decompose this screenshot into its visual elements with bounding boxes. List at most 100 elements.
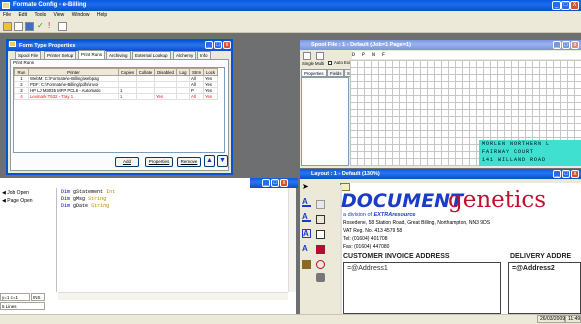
move-up-button[interactable]: ▲: [204, 155, 215, 167]
line-count: 5 Lines: [0, 302, 45, 310]
logo-document: DOCUMENT: [341, 190, 464, 212]
menu-window[interactable]: Window: [69, 12, 93, 18]
spool-highlight-block: MORLEN NORTHERN L FAIRWAY COURT 141 WILL…: [479, 140, 581, 166]
code-maximize-button[interactable]: □: [271, 179, 279, 187]
menu-file[interactable]: File: [0, 12, 14, 18]
spool-line: MORLEN NORTHERN L: [482, 141, 551, 147]
delivery-address-heading: DELIVERY ADDRE: [510, 253, 572, 260]
status-bar: [0, 314, 581, 324]
layout-minimize-button[interactable]: _: [553, 170, 561, 178]
move-down-button[interactable]: ▼: [217, 155, 228, 167]
save-icon[interactable]: [25, 22, 34, 31]
new-file-icon[interactable]: [14, 22, 23, 31]
tab-alchemy[interactable]: Alchemy: [173, 51, 197, 59]
code-editor[interactable]: Dim gStatement Int Dim gMsg String Dim g…: [58, 188, 286, 292]
tab-spool-file[interactable]: Spool File: [15, 51, 42, 59]
code-horizontal-scrollbar[interactable]: [58, 292, 288, 300]
pointer-tool-icon[interactable]: ➤: [302, 183, 311, 192]
box-text-tool-icon[interactable]: A: [302, 229, 311, 238]
menu-view[interactable]: View: [51, 12, 68, 18]
customer-address-box[interactable]: =@Address1: [343, 262, 501, 314]
spool-close-button[interactable]: x: [571, 41, 579, 49]
dialog-minimize-button[interactable]: _: [205, 41, 213, 49]
tree-item-page-open[interactable]: ◀ Page Open: [0, 198, 56, 204]
spool-window-title-bar: Spool File : 1 - Default (Job=1 Page=1): [300, 40, 581, 50]
tree-item-label: Page Open: [7, 198, 33, 204]
line-tool-icon[interactable]: [316, 200, 325, 209]
remove-button[interactable]: Remove: [177, 157, 201, 167]
app-maximize-button[interactable]: □: [561, 1, 570, 10]
col-log[interactable]: Log: [176, 68, 190, 76]
multi-label: Multi: [315, 61, 325, 66]
tree-item-job-open[interactable]: ◀ Job Open: [0, 188, 56, 198]
ellipse-tool-icon[interactable]: [316, 260, 325, 269]
spool-line: 141 WILLAND ROAD: [482, 157, 547, 163]
tab-print-runs[interactable]: Print Runs: [78, 50, 106, 59]
field-tool-icon[interactable]: A: [302, 213, 311, 222]
code-type: String: [88, 196, 107, 202]
layout-close-button[interactable]: x: [571, 170, 579, 178]
tab-external-lookup[interactable]: External Lookup: [132, 51, 171, 59]
col-strm[interactable]: Strm: [189, 68, 204, 76]
barcode-tool-icon[interactable]: [302, 260, 311, 269]
tab-fields[interactable]: Fields: [327, 69, 345, 77]
spool-properties-panel: [301, 77, 349, 166]
col-lock[interactable]: Lock: [203, 68, 218, 76]
app-close-button[interactable]: X: [570, 1, 579, 10]
dialog-close-button[interactable]: x: [223, 41, 231, 49]
check-icon[interactable]: ✓: [37, 22, 46, 31]
text-tool-icon[interactable]: A: [302, 198, 311, 207]
tab-info[interactable]: Info: [197, 51, 211, 59]
filled-rect-tool-icon[interactable]: [316, 230, 325, 239]
cell-printer: Lexmark T632 - Tray 1: [28, 93, 119, 100]
tab-printer-setup[interactable]: Printer Setup: [44, 51, 77, 59]
code-vertical-scrollbar[interactable]: [288, 188, 296, 292]
single-page-icon[interactable]: [303, 52, 311, 60]
auto-exit-checkbox[interactable]: [328, 61, 332, 65]
code-line: Dim gStatement Int: [61, 189, 283, 196]
telephone: Tel: (01604) 401708: [343, 236, 388, 242]
image-tool-icon[interactable]: [316, 273, 325, 282]
spool-maximize-button[interactable]: □: [562, 41, 570, 49]
code-type: Int: [106, 189, 116, 195]
code-keyword: Dim: [61, 196, 71, 202]
layout-maximize-button[interactable]: □: [562, 170, 570, 178]
status-time: 11:49: [565, 315, 581, 323]
print-runs-group-label: Print Runs: [13, 60, 35, 65]
app-minimize-button[interactable]: _: [552, 1, 561, 10]
properties-button[interactable]: Properties: [145, 157, 173, 167]
code-close-button[interactable]: x: [280, 179, 288, 187]
rectangle-tool-icon[interactable]: [316, 215, 325, 224]
code-keyword: Dim: [61, 189, 71, 195]
table-row[interactable]: 4 Lexmark T632 - Tray 1 1 Yes All Yes: [14, 93, 218, 100]
add-button[interactable]: Add: [115, 157, 139, 167]
dialog-maximize-button[interactable]: □: [214, 41, 222, 49]
col-collate[interactable]: Collate: [136, 68, 155, 76]
code-minimize-button[interactable]: _: [262, 179, 270, 187]
code-line: Dim gDate String: [61, 203, 283, 210]
print-preview-icon[interactable]: [58, 22, 67, 31]
col-disabled[interactable]: Disabled: [154, 68, 177, 76]
cell-collate: [136, 93, 155, 100]
open-folder-icon[interactable]: [3, 22, 12, 31]
delivery-address-box[interactable]: =@Address2: [508, 262, 581, 314]
col-copies[interactable]: Copies: [118, 68, 137, 76]
col-run[interactable]: Run: [14, 68, 29, 76]
variable-text-tool-icon[interactable]: A: [302, 245, 311, 254]
tab-archiving[interactable]: Archiving: [106, 51, 131, 59]
tab-properties[interactable]: Properties: [301, 69, 327, 77]
layout-window-title: Layout : 1 - Default (130%): [311, 171, 380, 177]
menu-edit[interactable]: Edit: [15, 12, 30, 18]
color-block-tool-icon[interactable]: [316, 245, 325, 254]
col-printer[interactable]: Printer: [28, 68, 119, 76]
single-label: Single: [302, 61, 314, 66]
delivery-address-field: =@Address2: [512, 265, 555, 272]
menu-help[interactable]: Help: [94, 12, 110, 18]
menu-tools[interactable]: Tools: [31, 12, 49, 18]
multi-page-icon[interactable]: [316, 52, 324, 60]
insert-mode: INS: [31, 293, 45, 301]
division-label: a division of: [343, 212, 373, 218]
logo-genetics: genetics: [448, 187, 547, 213]
pin-icon[interactable]: !: [48, 22, 57, 31]
spool-minimize-button[interactable]: _: [553, 41, 561, 49]
